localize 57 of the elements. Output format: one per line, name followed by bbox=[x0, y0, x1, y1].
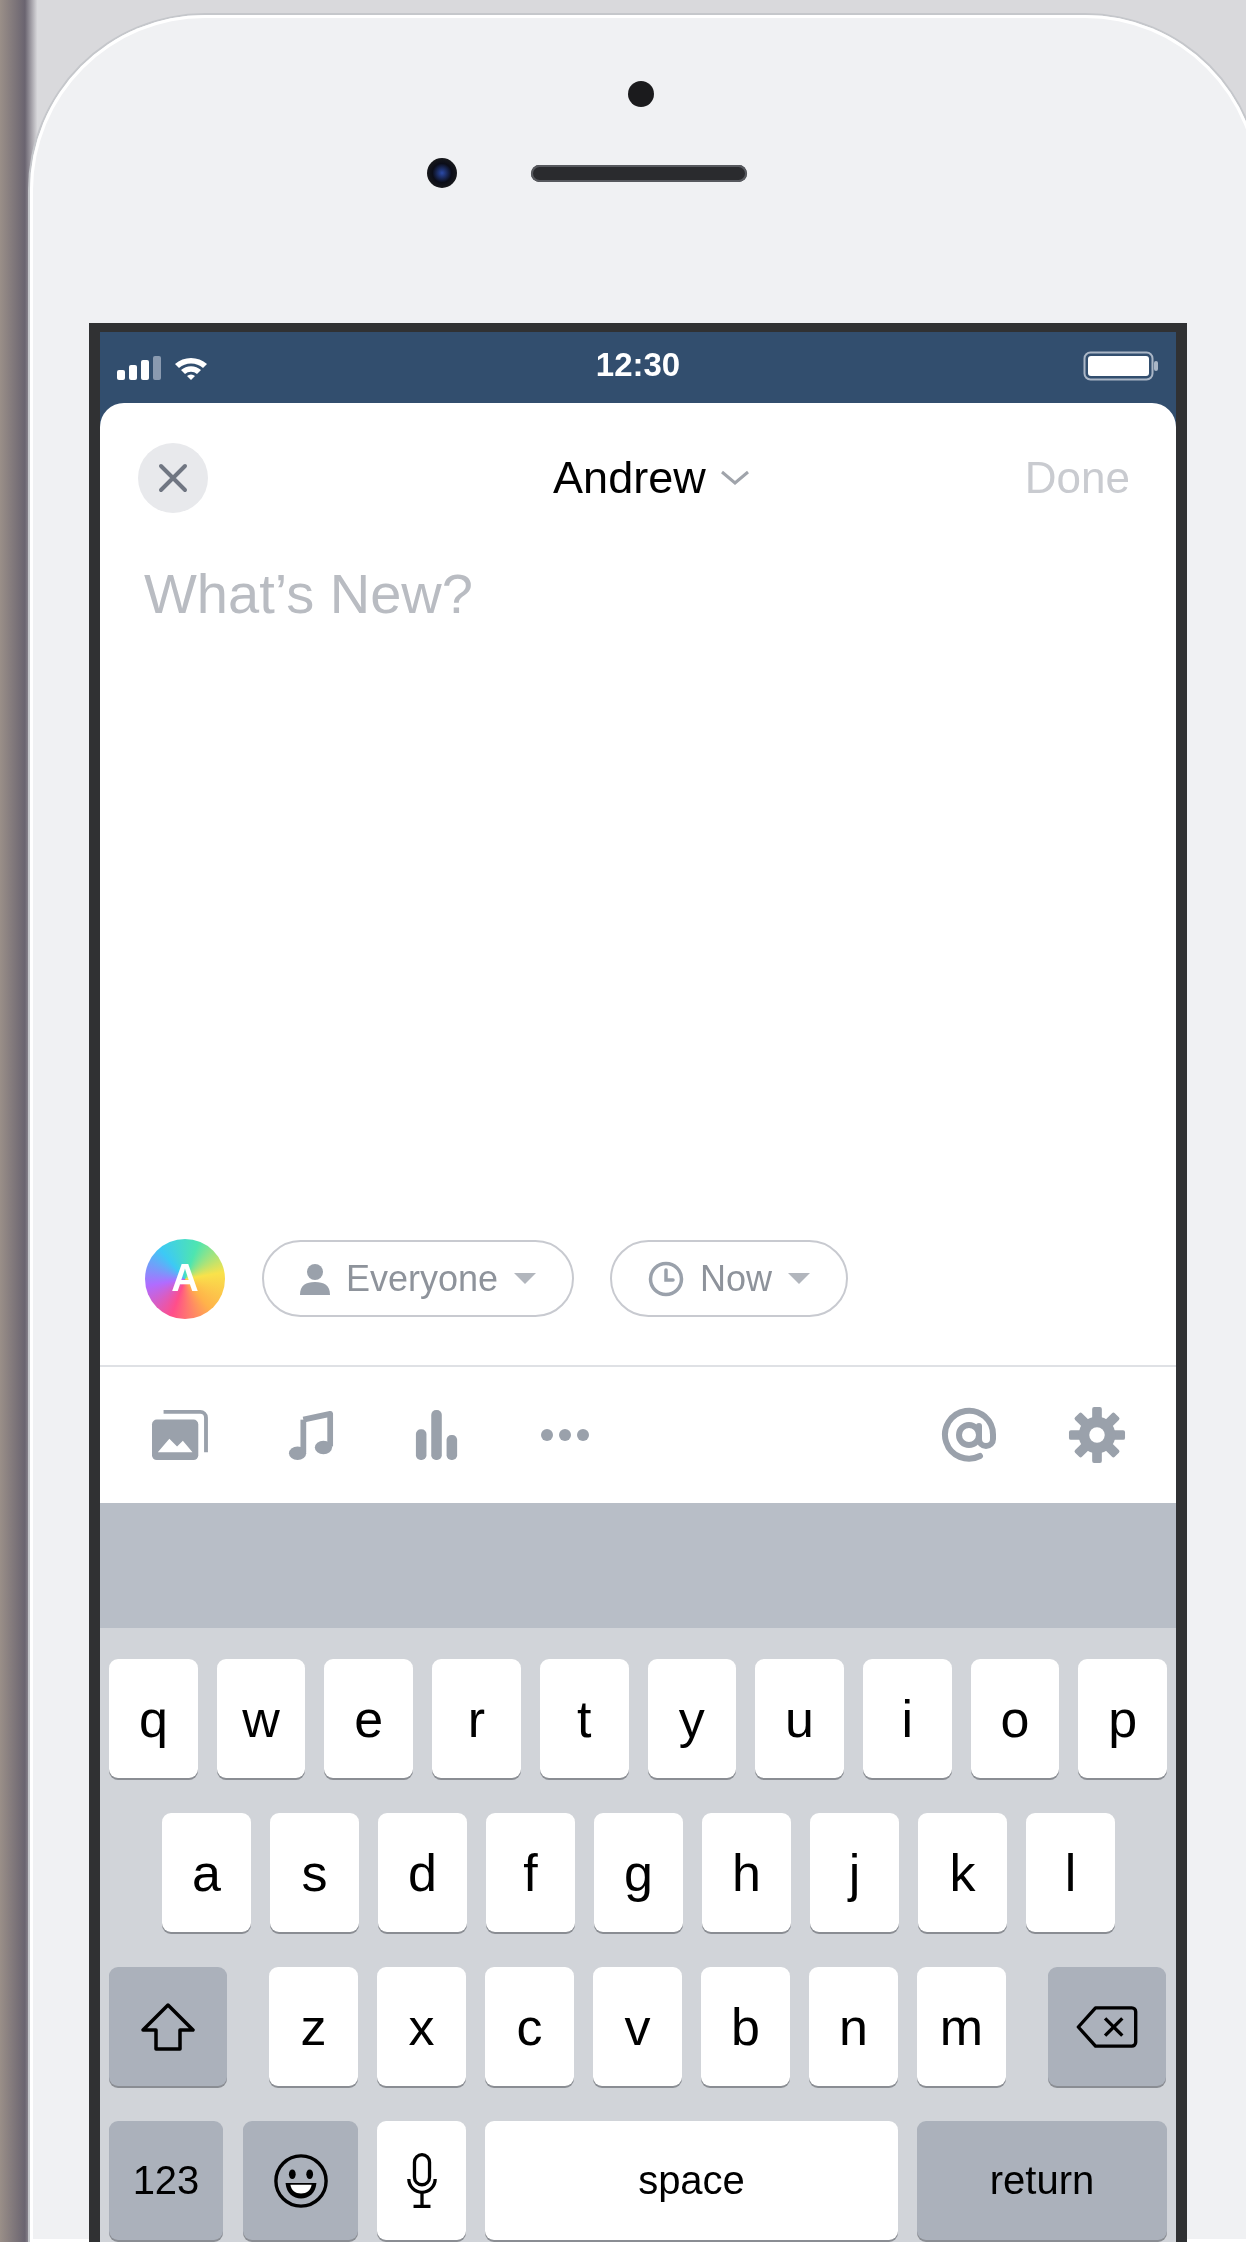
letter-key[interactable]: x bbox=[377, 1967, 466, 2086]
signal-icon bbox=[117, 355, 161, 380]
post-text-field[interactable]: What’s New? bbox=[140, 553, 1146, 1225]
delete-key[interactable] bbox=[1048, 1967, 1166, 2086]
close-icon bbox=[158, 463, 188, 493]
letter-key[interactable]: o bbox=[970, 1659, 1060, 1778]
battery-icon bbox=[1083, 350, 1159, 381]
emoji-key[interactable] bbox=[243, 2121, 358, 2240]
letter-key[interactable]: d bbox=[378, 1813, 467, 1932]
avatar-initial: A bbox=[171, 1257, 199, 1300]
caret-down-icon bbox=[514, 1272, 537, 1285]
letter-key[interactable]: r bbox=[432, 1659, 521, 1778]
clock-time: 12:30 bbox=[595, 346, 681, 384]
letter-key[interactable]: f bbox=[486, 1813, 575, 1932]
letter-key[interactable]: v bbox=[593, 1967, 682, 2086]
return-key[interactable]: return bbox=[917, 2121, 1167, 2240]
clock-icon bbox=[648, 1260, 685, 1297]
numbers-key[interactable]: 123 bbox=[109, 2121, 223, 2240]
letter-key[interactable]: w bbox=[216, 1659, 306, 1778]
photos-icon[interactable] bbox=[150, 1408, 208, 1462]
microphone-key[interactable] bbox=[377, 2121, 466, 2240]
letter-key[interactable]: a bbox=[162, 1813, 251, 1932]
letter-key[interactable]: z bbox=[269, 1967, 358, 2086]
letter-key[interactable]: i bbox=[862, 1659, 952, 1778]
letter-key[interactable]: e bbox=[324, 1659, 414, 1778]
bar-chart-icon[interactable] bbox=[414, 1408, 460, 1462]
microphone-icon bbox=[405, 2151, 438, 2210]
mention-icon[interactable] bbox=[940, 1406, 998, 1464]
caret-down-icon bbox=[788, 1272, 811, 1285]
chevron-down-icon[interactable] bbox=[719, 470, 750, 486]
account-name[interactable]: Andrew bbox=[553, 452, 706, 504]
smiley-icon bbox=[272, 2152, 329, 2209]
letter-key[interactable]: u bbox=[755, 1659, 844, 1778]
letter-key[interactable]: q bbox=[109, 1659, 198, 1778]
letter-key[interactable]: j bbox=[810, 1813, 899, 1932]
backspace-icon bbox=[1076, 2004, 1138, 2049]
letter-key[interactable]: c bbox=[485, 1967, 574, 2086]
settings-icon[interactable] bbox=[1068, 1406, 1126, 1464]
music-note-icon[interactable] bbox=[288, 1408, 334, 1462]
sensor-dot bbox=[628, 81, 654, 107]
letter-key[interactable]: b bbox=[701, 1967, 790, 2086]
space-key[interactable]: space bbox=[485, 2121, 898, 2240]
letter-key[interactable]: m bbox=[917, 1967, 1006, 2086]
person-icon bbox=[300, 1262, 330, 1295]
shift-arrow-icon bbox=[140, 2001, 196, 2052]
letter-key[interactable]: s bbox=[270, 1813, 359, 1932]
letter-key[interactable]: h bbox=[702, 1813, 791, 1932]
shift-key[interactable] bbox=[109, 1967, 227, 2086]
letter-key[interactable]: l bbox=[1026, 1813, 1115, 1932]
letter-key[interactable]: y bbox=[647, 1659, 737, 1778]
letter-key[interactable]: t bbox=[539, 1659, 629, 1778]
front-camera bbox=[427, 158, 457, 188]
letter-key[interactable]: p bbox=[1078, 1659, 1168, 1778]
more-icon[interactable] bbox=[540, 1428, 590, 1442]
letter-key[interactable]: k bbox=[918, 1813, 1007, 1932]
letter-key[interactable]: g bbox=[594, 1813, 683, 1932]
letter-key[interactable]: n bbox=[809, 1967, 898, 2086]
